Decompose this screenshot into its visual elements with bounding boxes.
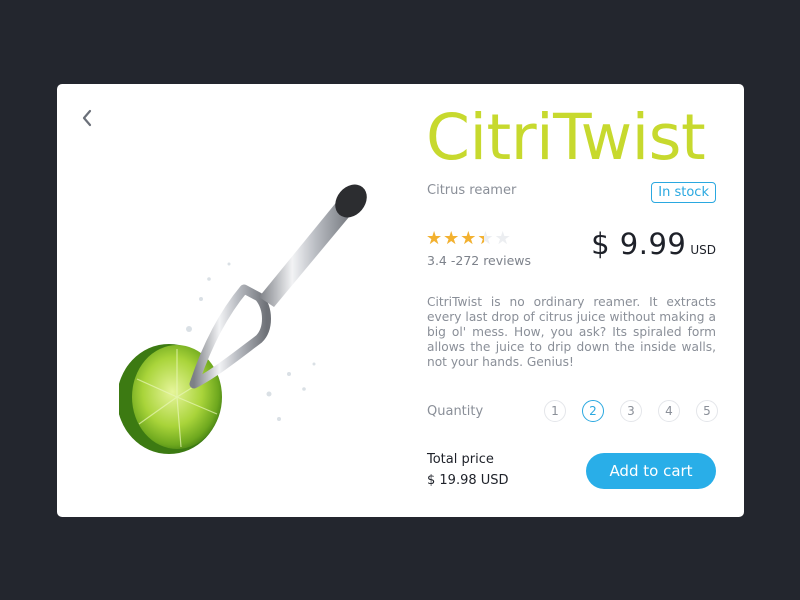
rating-stars: ★★★★★★★★★★ xyxy=(426,230,512,248)
price-amount: $ 9.99 xyxy=(591,227,687,261)
price-currency: USD xyxy=(690,243,716,257)
price: $ 9.99 USD xyxy=(591,227,716,261)
quantity-option[interactable]: 2 xyxy=(582,400,604,422)
star-icon: ★★ xyxy=(426,228,444,249)
quantity-option[interactable]: 1 xyxy=(544,400,566,422)
add-to-cart-button[interactable]: Add to cart xyxy=(586,453,716,489)
star-icon: ★★ xyxy=(443,228,461,249)
stock-badge: In stock xyxy=(651,182,716,203)
quantity-option[interactable]: 5 xyxy=(696,400,718,422)
product-card: CitriTwist Citrus reamer In stock ★ ★ ★ ★ ★ ★… xyxy=(57,84,744,517)
star-icon: ★★ xyxy=(460,228,478,249)
chevron-left-icon xyxy=(82,109,92,127)
back-button[interactable] xyxy=(79,108,97,128)
total-price-label: Total price xyxy=(427,452,494,467)
reviews-link[interactable]: 3.4 -272 reviews xyxy=(427,253,531,268)
product-image xyxy=(117,179,384,459)
product-description: CitriTwist is no ordinary reamer. It ext… xyxy=(427,295,716,369)
product-category: Citrus reamer xyxy=(427,183,517,198)
quantity-label: Quantity xyxy=(427,404,484,419)
quantity-option[interactable]: 3 xyxy=(620,400,642,422)
star-icon: ★★ xyxy=(494,228,512,249)
quantity-selector: 12345 xyxy=(544,400,718,422)
total-price-value: $ 19.98 USD xyxy=(427,473,509,488)
star-icon: ★★ xyxy=(477,228,495,249)
product-title: CitriTwist xyxy=(426,101,706,174)
quantity-option[interactable]: 4 xyxy=(658,400,680,422)
